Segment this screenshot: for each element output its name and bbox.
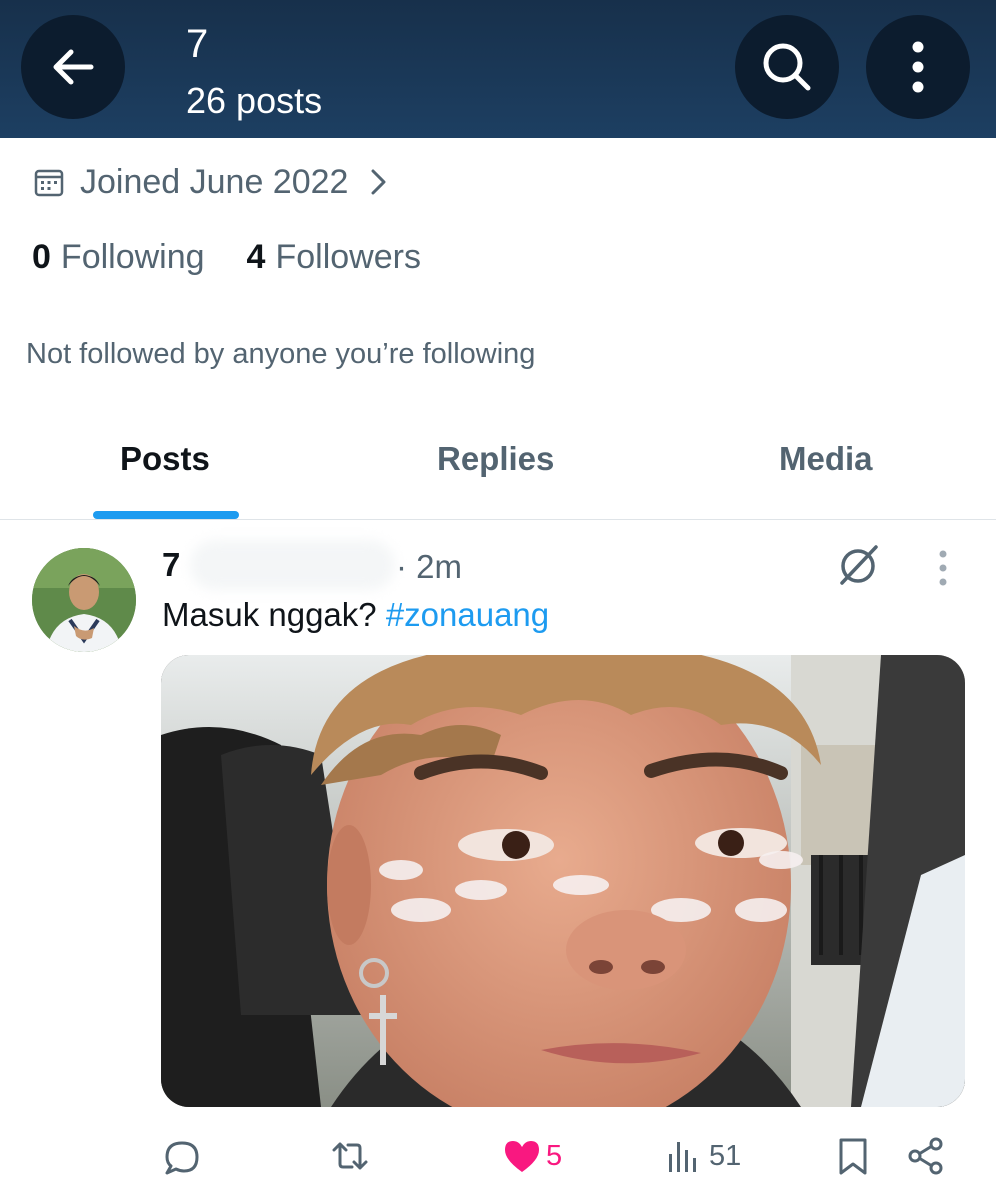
share-button[interactable]: [906, 1130, 946, 1182]
header-post-count: 26 posts: [186, 80, 323, 121]
avatar[interactable]: [32, 548, 136, 652]
views-count: 51: [709, 1139, 742, 1172]
tab-posts[interactable]: Posts: [120, 440, 210, 478]
bookmark-icon: [839, 1138, 867, 1175]
repost-icon: [332, 1142, 368, 1170]
more-vertical-icon: [912, 41, 924, 93]
arrow-left-icon: [53, 49, 94, 85]
profile-tabs: Posts Replies Media: [0, 420, 996, 520]
header-profile-name: 7: [186, 22, 209, 66]
followers-label: Followers: [275, 238, 421, 276]
like-button[interactable]: 5: [502, 1130, 562, 1182]
post-text: Masuk nggak? #zonauang: [162, 596, 549, 634]
views-chart-icon: [669, 1142, 696, 1172]
search-button[interactable]: [735, 15, 839, 119]
followers-link[interactable]: 4 Followers: [247, 238, 421, 277]
profile-header: 7 26 posts: [0, 0, 996, 138]
reply-icon: [165, 1141, 199, 1175]
follow-stats: 0 Following 4 Followers: [32, 238, 463, 277]
joined-date[interactable]: Joined June 2022: [34, 160, 390, 204]
following-label: Following: [60, 238, 205, 276]
selfie-photo: [161, 655, 965, 1107]
joined-label: Joined June 2022: [80, 162, 349, 201]
chevron-right-icon: [371, 169, 386, 195]
following-link[interactable]: 0 Following: [32, 238, 205, 277]
grok-icon[interactable]: [836, 543, 880, 587]
like-count: 5: [546, 1139, 563, 1172]
post-media-image[interactable]: [161, 655, 965, 1107]
tab-replies[interactable]: Replies: [437, 440, 554, 478]
views-button[interactable]: 51: [665, 1130, 741, 1182]
mutual-followers-note: Not followed by anyone you’re following: [26, 338, 536, 370]
post-hashtag-link[interactable]: #zonauang: [386, 596, 549, 633]
heart-filled-icon: [505, 1141, 539, 1172]
redacted-handle: [190, 540, 395, 590]
back-button[interactable]: [21, 15, 125, 119]
bookmark-button[interactable]: [833, 1130, 873, 1182]
followers-count: 4: [246, 238, 266, 276]
reply-button[interactable]: [162, 1130, 202, 1182]
post-body: Masuk nggak?: [162, 596, 386, 633]
tab-media[interactable]: Media: [779, 440, 873, 478]
post-timestamp[interactable]: · 2m: [396, 548, 462, 586]
active-tab-indicator: [93, 511, 239, 519]
post-more-icon[interactable]: [928, 548, 958, 588]
following-count: 0: [32, 238, 51, 276]
repost-button[interactable]: [330, 1130, 370, 1182]
avatar-photo: [32, 548, 136, 652]
share-icon: [908, 1137, 943, 1175]
search-icon: [763, 43, 811, 91]
more-options-button[interactable]: [866, 15, 970, 119]
post-author-name[interactable]: 7: [162, 546, 180, 584]
post-actions: 5 51: [0, 1130, 996, 1190]
calendar-icon: [34, 169, 64, 197]
